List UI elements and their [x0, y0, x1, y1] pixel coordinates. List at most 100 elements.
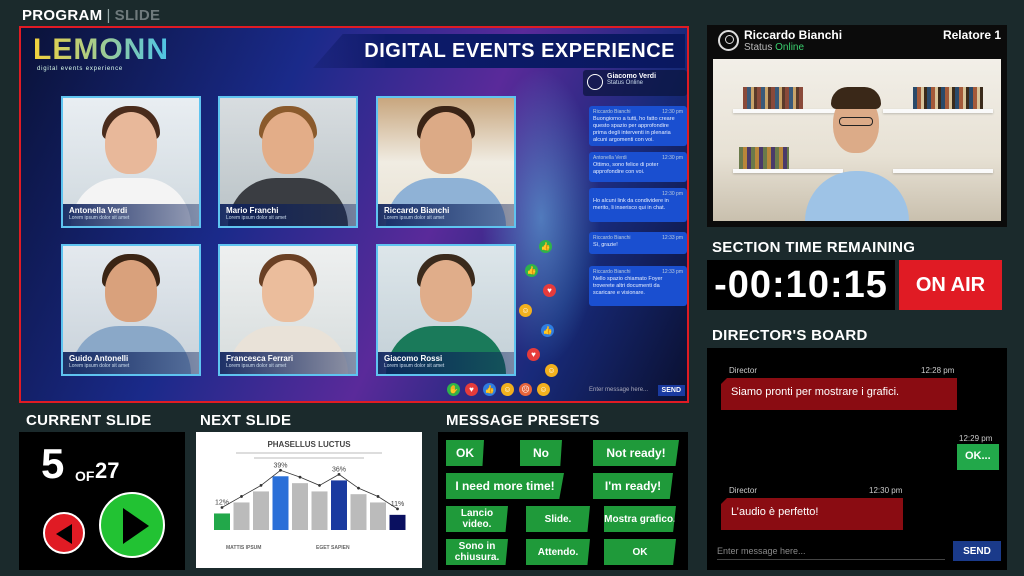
books: [739, 147, 789, 169]
slide-number: 5: [41, 440, 65, 487]
chart-data-label: 12%: [215, 499, 229, 506]
speaker-video[interactable]: [713, 59, 1001, 221]
chat-user-name: Giacomo Verdi: [607, 73, 657, 80]
message-time: 12:33 pm: [662, 235, 683, 241]
thumbs-up-icon: 👍: [541, 324, 554, 337]
preset-not-ready-button[interactable]: Not ready!: [593, 440, 679, 466]
preset-attendo-button[interactable]: Attendo.: [526, 539, 590, 565]
speaker-role: Relatore 1: [942, 28, 1001, 42]
chart-data-label: 39%: [273, 462, 287, 469]
chart-point: [337, 473, 341, 476]
tab-program[interactable]: PROGRAM: [22, 7, 102, 24]
stage-send-button[interactable]: SEND: [657, 384, 685, 396]
countdown-timer: -00:10:15: [707, 260, 895, 310]
chart-bar: [311, 491, 328, 530]
participant-name: Mario Franchi: [226, 206, 279, 215]
heart-icon[interactable]: ♥: [465, 383, 478, 396]
smile-icon: ☺: [545, 364, 558, 377]
laugh-icon[interactable]: ☺: [501, 383, 514, 396]
speaker-status-value: Online: [775, 42, 805, 53]
caption-right: EGET SAPIEN: [316, 545, 350, 551]
stage-chat-placeholder[interactable]: Enter message here...: [589, 387, 648, 393]
preset-slide-button[interactable]: Slide.: [526, 506, 590, 532]
current-slide-panel: 5 OF 27: [19, 432, 185, 570]
chart-bar: [253, 491, 269, 530]
previous-slide-button[interactable]: [43, 512, 85, 554]
program-preview: LEMONN digital events experience DIGITAL…: [19, 26, 689, 403]
next-slide-button[interactable]: [99, 492, 165, 558]
view-switcher: PROGRAM | SLIDE: [22, 7, 160, 24]
user-avatar-icon: [718, 30, 739, 51]
timer-label: SECTION TIME REMAINING: [712, 239, 916, 256]
speaker-status-prefix: Status: [744, 42, 773, 53]
chart-data-label: 36%: [332, 466, 346, 473]
participant-face: [262, 112, 314, 174]
surprised-icon[interactable]: ☺: [537, 383, 550, 396]
preset-ok-button[interactable]: OK: [446, 440, 484, 466]
preset-mostra-grafico-button[interactable]: Mostra grafico.: [604, 506, 676, 532]
preset-no-button[interactable]: No: [520, 440, 562, 466]
heart-icon: ♥: [527, 348, 540, 361]
on-air-indicator[interactable]: ON AIR: [899, 260, 1002, 310]
chart-bar: [331, 480, 347, 530]
chat-user-header: Giacomo Verdi Status Online: [583, 70, 687, 96]
message-sender: Riccardo Bianchi: [593, 235, 631, 241]
chat-message: 12:30 pm Ho alcuni link da condividere i…: [589, 188, 687, 222]
slide-total: 27: [95, 458, 120, 483]
logo-wordmark: LEMONN: [33, 33, 169, 66]
chart-point: [259, 484, 263, 487]
participant-name: Riccardo Bianchi: [384, 206, 450, 215]
preset-lancio-video-button[interactable]: Lancio video.: [446, 506, 508, 532]
event-title-banner: DIGITAL EVENTS EXPERIENCE: [313, 34, 685, 68]
message-text: Sì, grazie!: [593, 242, 618, 248]
chart-point: [376, 495, 380, 498]
chart-bar: [350, 494, 367, 530]
chat-message: Riccardo Bianchi 12:33 pm Nello spazio ch…: [589, 266, 687, 306]
message-sender: Riccardo Bianchi: [593, 109, 631, 115]
presets-label: MESSAGE PRESETS: [446, 412, 600, 429]
message-time: 12:30 pm: [662, 155, 683, 161]
current-slide-label: CURRENT SLIDE: [26, 412, 152, 429]
message-time: 12:30 pm: [662, 191, 683, 197]
board-send-button[interactable]: SEND: [953, 541, 1001, 561]
preset-ok-2-button[interactable]: OK: [604, 539, 676, 565]
chart-bar: [292, 483, 308, 530]
participant-tile[interactable]: Guido Antonelli Lorem ipsum dolor sit am…: [61, 244, 201, 376]
board-message-input[interactable]: Enter message here...: [717, 542, 945, 560]
bookshelf: [733, 109, 843, 113]
stage-chat-input[interactable]: Enter message here... SEND: [583, 382, 687, 398]
preset-more-time-button[interactable]: I need more time!: [446, 473, 564, 499]
participant-subtitle: Lorem ipsum dolor sit amet: [226, 363, 287, 369]
directors-board: Director 12:28 pm Siamo pronti per mostr…: [707, 348, 1007, 570]
message-sender: Director: [729, 486, 758, 495]
next-slide-preview[interactable]: PHASELLUS LUCTUS 12% 39% 36% 11% MATTIS IPS…: [196, 432, 422, 568]
user-avatar-icon: [587, 74, 603, 90]
bookshelf: [883, 109, 993, 113]
chat-user-status: Status Online: [607, 80, 644, 86]
participant-tile[interactable]: Giacomo Rossi Lorem ipsum dolor sit amet: [376, 244, 516, 376]
participant-nameplate: Guido Antonelli Lorem ipsum dolor sit am…: [63, 352, 199, 374]
bookshelf: [733, 169, 843, 173]
stage-chat-panel: Giacomo Verdi Status Online Riccardo Bia…: [583, 70, 687, 400]
glasses-icon: [839, 117, 873, 126]
participant-tile[interactable]: Riccardo Bianchi Lorem ipsum dolor sit a…: [376, 96, 516, 228]
participant-tile[interactable]: Antonella Verdi Lorem ipsum dolor sit am…: [61, 96, 201, 228]
chart-bar: [272, 476, 289, 530]
clap-icon[interactable]: ✋: [447, 383, 460, 396]
thumbs-up-icon[interactable]: 👍: [483, 383, 496, 396]
participant-tile[interactable]: Francesca Ferrari Lorem ipsum dolor sit …: [218, 244, 358, 376]
tab-slide[interactable]: SLIDE: [115, 7, 161, 24]
participant-tile[interactable]: Mario Franchi Lorem ipsum dolor sit amet: [218, 96, 358, 228]
participant-nameplate: Giacomo Rossi Lorem ipsum dolor sit amet: [378, 352, 514, 374]
participant-subtitle: Lorem ipsum dolor sit amet: [69, 363, 130, 369]
director-message: L’audio è perfetto!: [721, 498, 903, 530]
message-time: 12:30 pm: [662, 109, 683, 115]
slide-title: PHASELLUS LUCTUS: [267, 440, 351, 449]
preset-ready-button[interactable]: I'm ready!: [593, 473, 673, 499]
angry-icon[interactable]: ☹: [519, 383, 532, 396]
slide-of: OF: [75, 468, 95, 484]
speaker-name: Riccardo Bianchi: [744, 28, 843, 42]
preset-chiusura-button[interactable]: Sono in chiusura.: [446, 539, 508, 565]
chat-message: Riccardo Bianchi 12:33 pm Sì, grazie!: [589, 232, 687, 254]
chart-bar: [214, 513, 230, 530]
